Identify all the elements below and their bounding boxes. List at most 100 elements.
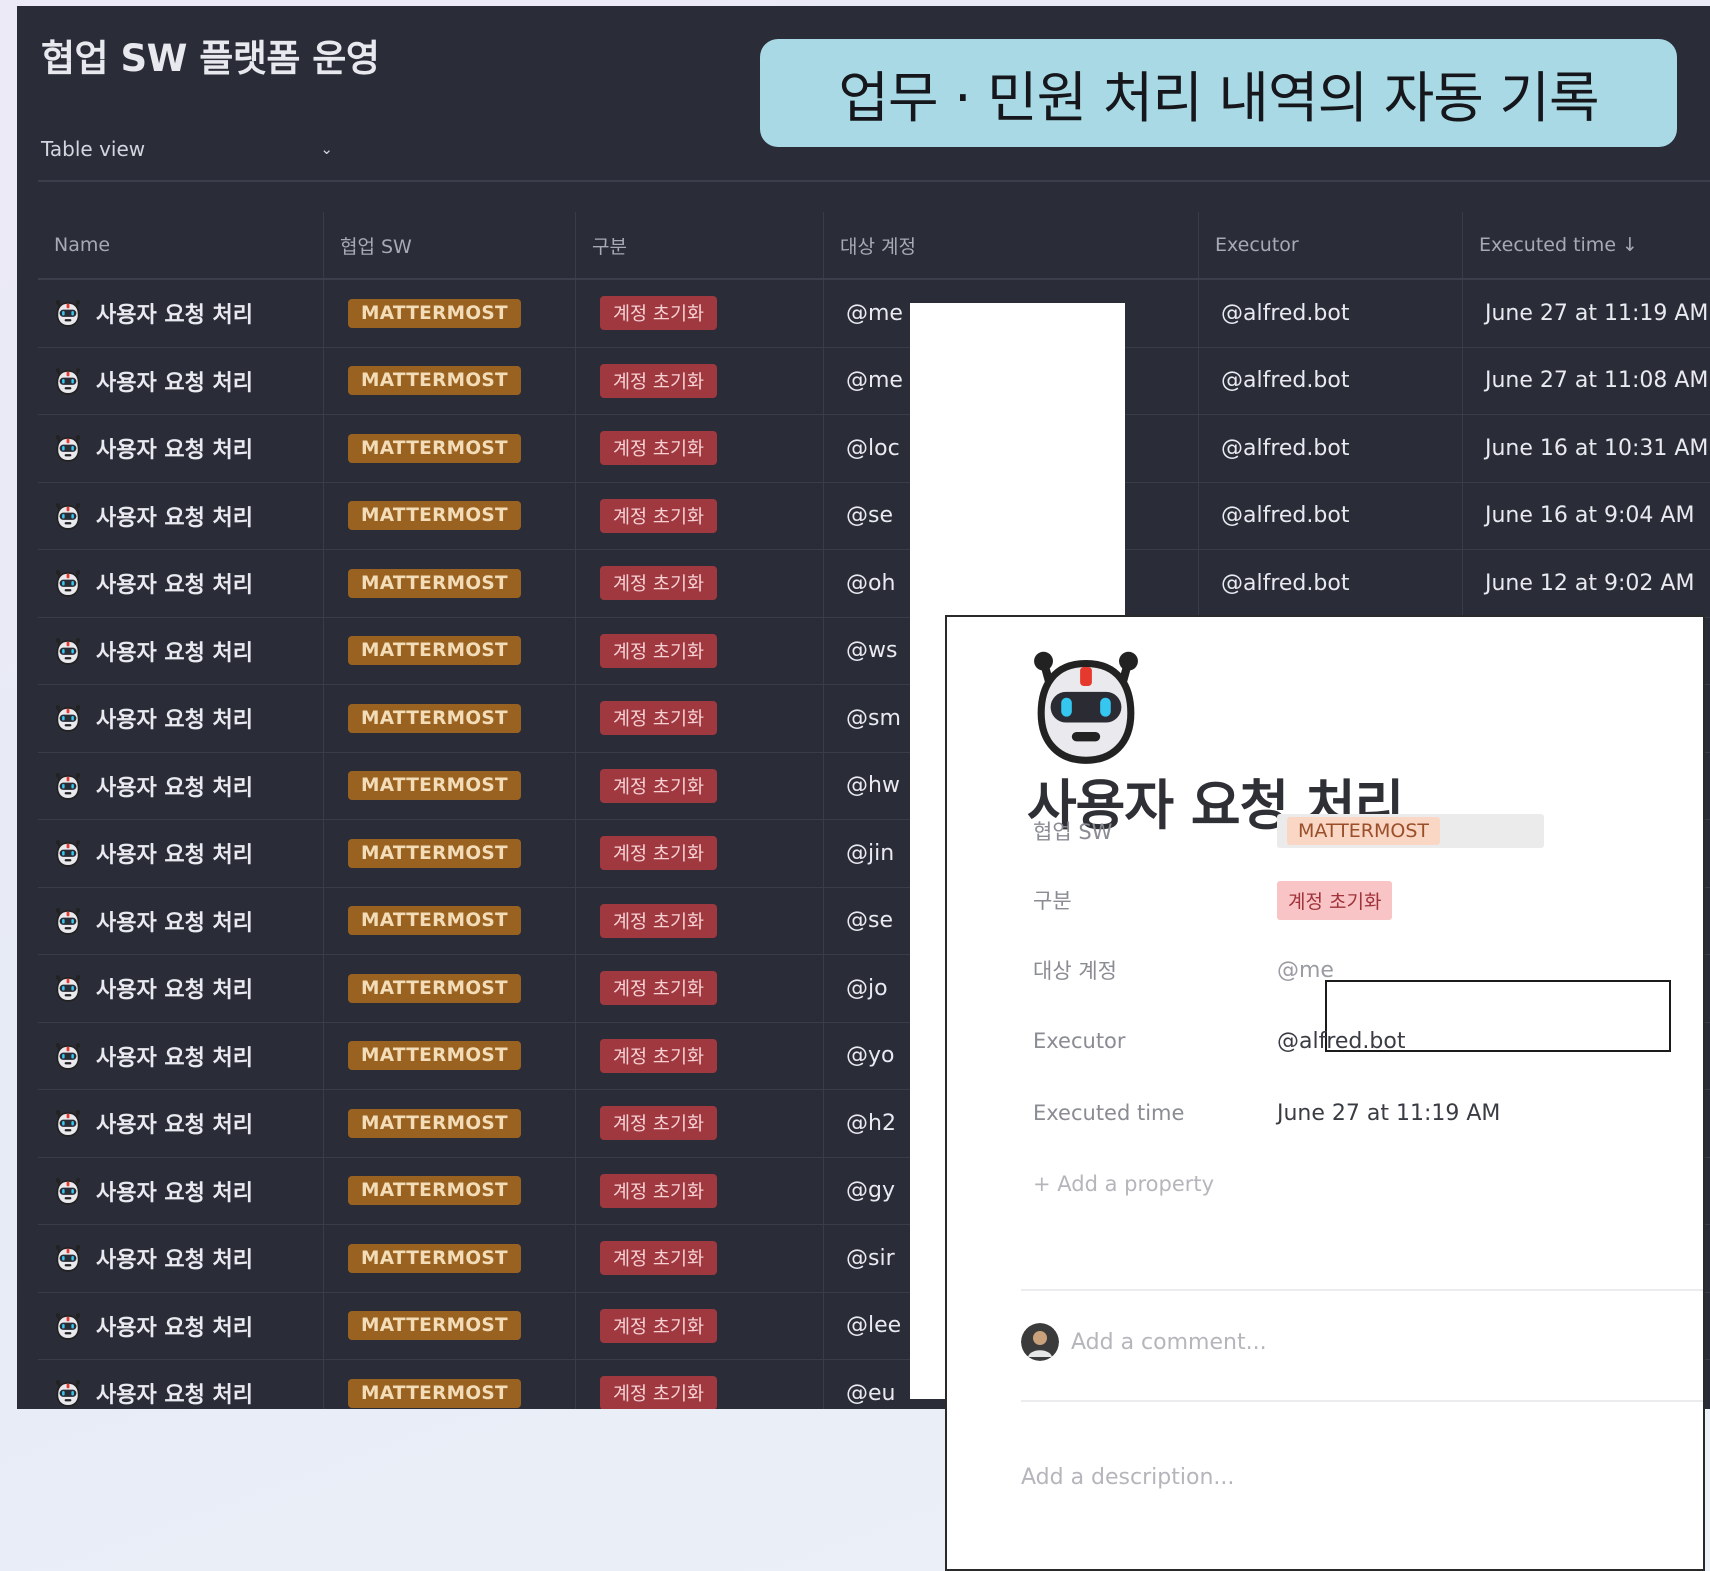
sw-cell[interactable]: MATTERMOST <box>324 1157 576 1224</box>
column-header-name[interactable]: Name <box>38 212 324 278</box>
property-label: 구분 <box>1033 889 1072 913</box>
robot-icon <box>54 1177 82 1205</box>
column-header-account[interactable]: 대상 계정 <box>824 212 1199 278</box>
type-cell[interactable]: 계정 초기화 <box>576 1090 824 1157</box>
column-header-type[interactable]: 구분 <box>576 212 824 278</box>
name-cell[interactable]: 사용자 요청 처리 <box>38 617 324 684</box>
type-cell[interactable]: 계정 초기화 <box>576 1225 824 1292</box>
description-input[interactable]: Add a description... <box>1021 1465 1234 1490</box>
comment-input[interactable]: Add a comment... <box>1071 1330 1267 1355</box>
name-cell[interactable]: 사용자 요청 처리 <box>38 752 324 819</box>
executor-cell[interactable]: @alfred.bot <box>1199 280 1463 347</box>
type-cell[interactable]: 계정 초기화 <box>576 955 824 1022</box>
executor-cell[interactable]: @alfred.bot <box>1199 482 1463 549</box>
sw-cell[interactable]: MATTERMOST <box>324 280 576 347</box>
mattermost-tag: MATTERMOST <box>348 298 521 328</box>
sw-cell[interactable]: MATTERMOST <box>324 1292 576 1359</box>
sw-cell[interactable]: MATTERMOST <box>324 415 576 482</box>
sw-cell[interactable]: MATTERMOST <box>324 752 576 819</box>
sw-cell[interactable]: MATTERMOST <box>324 1090 576 1157</box>
robot-icon <box>54 502 82 530</box>
table-row[interactable]: 사용자 요청 처리 MATTERMOST 계정 초기화 @me @alfred.bot J… <box>38 347 1710 415</box>
table-row[interactable]: 사용자 요청 처리 MATTERMOST 계정 초기화 @loc @alfred.bot… <box>38 415 1710 483</box>
sw-cell[interactable]: MATTERMOST <box>324 550 576 617</box>
type-cell[interactable]: 계정 초기화 <box>576 617 824 684</box>
name-cell[interactable]: 사용자 요청 처리 <box>38 820 324 887</box>
name-cell[interactable]: 사용자 요청 처리 <box>38 1225 324 1292</box>
executor-cell[interactable]: @alfred.bot <box>1199 347 1463 414</box>
sw-cell[interactable]: MATTERMOST <box>324 482 576 549</box>
type-cell[interactable]: 계정 초기화 <box>576 415 824 482</box>
sw-value-field[interactable]: MATTERMOST <box>1277 814 1545 848</box>
sw-cell[interactable]: MATTERMOST <box>324 1360 576 1409</box>
executor-cell[interactable]: @alfred.bot <box>1199 550 1463 617</box>
mattermost-tag: MATTERMOST <box>348 973 521 1003</box>
executed-time-cell[interactable]: June 27 at 11:19 AM <box>1463 280 1710 347</box>
account-reset-tag: 계정 초기화 <box>600 566 717 601</box>
column-header-executor[interactable]: Executor <box>1199 212 1463 278</box>
record-name: 사용자 요청 처리 <box>96 1248 253 1274</box>
mattermost-tag: MATTERMOST <box>348 636 521 666</box>
robot-icon <box>54 434 82 462</box>
column-header-sw[interactable]: 협업 SW <box>324 212 576 278</box>
sw-cell[interactable]: MATTERMOST <box>324 887 576 954</box>
type-cell[interactable]: 계정 초기화 <box>576 1022 824 1089</box>
sw-cell[interactable]: MATTERMOST <box>324 347 576 414</box>
table-row[interactable]: 사용자 요청 처리 MATTERMOST 계정 초기화 @oh @alfred.bot J… <box>38 550 1710 618</box>
record-name: 사용자 요청 처리 <box>96 1045 253 1071</box>
sw-cell[interactable]: MATTERMOST <box>324 820 576 887</box>
executed-time-cell[interactable]: June 16 at 10:31 AM <box>1463 415 1710 482</box>
name-cell[interactable]: 사용자 요청 처리 <box>38 955 324 1022</box>
name-cell[interactable]: 사용자 요청 처리 <box>38 1360 324 1409</box>
type-cell[interactable]: 계정 초기화 <box>576 1292 824 1359</box>
type-cell[interactable]: 계정 초기화 <box>576 550 824 617</box>
record-name: 사용자 요청 처리 <box>96 438 253 464</box>
executed-time-cell[interactable]: June 12 at 9:02 AM <box>1463 550 1710 617</box>
type-cell[interactable]: 계정 초기화 <box>576 1157 824 1224</box>
table-row[interactable]: 사용자 요청 처리 MATTERMOST 계정 초기화 @me @alfred.bot J… <box>38 280 1710 348</box>
record-name: 사용자 요청 처리 <box>96 843 253 869</box>
account-value[interactable]: @me <box>1277 958 1334 983</box>
account-reset-tag: 계정 초기화 <box>600 971 717 1006</box>
name-cell[interactable]: 사용자 요청 처리 <box>38 1157 324 1224</box>
name-cell[interactable]: 사용자 요청 처리 <box>38 415 324 482</box>
table-view-selector[interactable]: Table view ⌄ <box>41 132 341 166</box>
chevron-down-icon[interactable]: ⌄ <box>320 140 333 158</box>
name-cell[interactable]: 사용자 요청 처리 <box>38 685 324 752</box>
sw-cell[interactable]: MATTERMOST <box>324 685 576 752</box>
name-cell[interactable]: 사용자 요청 처리 <box>38 887 324 954</box>
name-cell[interactable]: 사용자 요청 처리 <box>38 550 324 617</box>
sw-cell[interactable]: MATTERMOST <box>324 1225 576 1292</box>
name-cell[interactable]: 사용자 요청 처리 <box>38 1090 324 1157</box>
type-cell[interactable]: 계정 초기화 <box>576 887 824 954</box>
name-cell[interactable]: 사용자 요청 처리 <box>38 347 324 414</box>
add-property-button[interactable]: + Add a property <box>1033 1159 1693 1209</box>
type-cell[interactable]: 계정 초기화 <box>576 482 824 549</box>
executor-value[interactable]: @alfred.bot <box>1277 1029 1405 1054</box>
name-cell[interactable]: 사용자 요청 처리 <box>38 1022 324 1089</box>
sw-cell[interactable]: MATTERMOST <box>324 617 576 684</box>
type-cell[interactable]: 계정 초기화 <box>576 1360 824 1409</box>
account-reset-tag: 계정 초기화 <box>600 633 717 668</box>
mattermost-tag: MATTERMOST <box>1287 817 1441 845</box>
table-row[interactable]: 사용자 요청 처리 MATTERMOST 계정 초기화 @se @alfred.bot J… <box>38 482 1710 550</box>
name-cell[interactable]: 사용자 요청 처리 <box>38 482 324 549</box>
name-cell[interactable]: 사용자 요청 처리 <box>38 280 324 347</box>
type-cell[interactable]: 계정 초기화 <box>576 685 824 752</box>
add-property-label: + Add a property <box>1033 1172 1215 1196</box>
executed-time-value[interactable]: June 27 at 11:19 AM <box>1277 1101 1500 1126</box>
executed-time-cell[interactable]: June 16 at 9:04 AM <box>1463 483 1710 550</box>
type-cell[interactable]: 계정 초기화 <box>576 347 824 414</box>
sw-cell[interactable]: MATTERMOST <box>324 955 576 1022</box>
name-cell[interactable]: 사용자 요청 처리 <box>38 1292 324 1359</box>
executor-cell[interactable]: @alfred.bot <box>1199 415 1463 482</box>
type-cell[interactable]: 계정 초기화 <box>576 820 824 887</box>
column-header-executed-time[interactable]: Executed time ↓ <box>1463 212 1710 278</box>
type-cell[interactable]: 계정 초기화 <box>576 280 824 347</box>
sw-cell[interactable]: MATTERMOST <box>324 1022 576 1089</box>
account-reset-tag: 계정 초기화 <box>600 498 717 533</box>
record-name: 사용자 요청 처리 <box>96 978 253 1004</box>
executed-time-cell[interactable]: June 27 at 11:08 AM <box>1463 348 1710 415</box>
type-cell[interactable]: 계정 초기화 <box>576 752 824 819</box>
account-reset-tag[interactable]: 계정 초기화 <box>1277 880 1393 920</box>
